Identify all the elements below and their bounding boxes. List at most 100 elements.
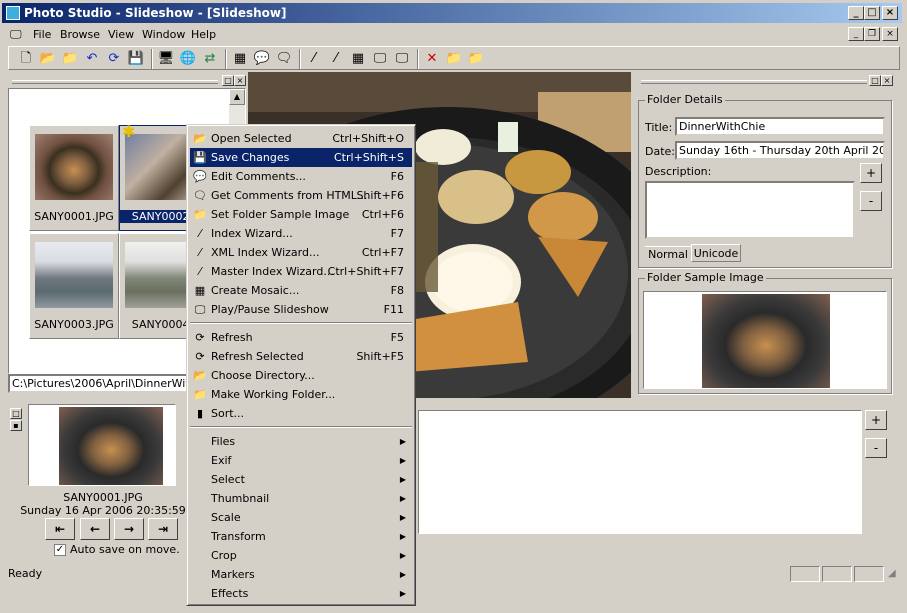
status-pane [822,566,852,582]
menu-item-save-changes[interactable]: 💾 Save Changes Ctrl+Shift+S [190,148,412,167]
menu-item-index-wizard[interactable]: ⁄ Index Wizard... F7 [190,224,412,243]
first-image-button[interactable]: ⇤ [45,518,75,540]
menu-item-label: Get Comments from HTML... [211,189,368,202]
open-network-icon[interactable]: 📁 [61,50,79,68]
menu-item-files[interactable]: Files ▶ [190,432,412,451]
status-pane [790,566,820,582]
tab-normal[interactable]: Normal [645,246,691,262]
wand-icon[interactable]: ⁄ [305,50,323,68]
panel-float-button[interactable]: □ [10,408,22,419]
export-icon[interactable]: ⇄ [201,50,219,68]
menu-item-sort[interactable]: ▮ Sort... [190,404,412,423]
panel-float-button[interactable]: □ [869,75,881,86]
menu-view[interactable]: View [108,27,134,43]
modified-star-icon: ✱ [122,122,136,141]
html-comment-icon: 🗨 [193,189,207,202]
mdi-restore-button[interactable]: ❐ [864,27,880,41]
delete-icon[interactable]: ✕ [423,50,441,68]
mdi-minimize-button[interactable]: _ [848,27,864,41]
grid-view-icon[interactable]: ▦ [231,50,249,68]
slideshow-window-icon[interactable]: 🖵 [393,50,411,68]
maximize-button[interactable]: □ [864,6,880,20]
close-button[interactable]: × [882,6,898,20]
autosave-checkbox[interactable]: ✓ [54,544,66,556]
mosaic-icon[interactable]: ▦ [349,50,367,68]
master-wand-icon: ⁄ [199,265,201,278]
comment-minus-button[interactable]: - [865,438,887,458]
copy-to-folder-icon[interactable]: 📁 [445,50,463,68]
menu-item-refresh-selected[interactable]: ⟳ Refresh Selected Shift+F5 [190,347,412,366]
menu-item-create-mosaic[interactable]: ▦ Create Mosaic... F8 [190,281,412,300]
globe-icon[interactable]: 🌐 [179,50,197,68]
menu-item-exif[interactable]: Exif ▶ [190,451,412,470]
menu-item-set-folder-sample-image[interactable]: 📁 Set Folder Sample Image Ctrl+F6 [190,205,412,224]
move-to-folder-icon[interactable]: 📁 [467,50,485,68]
menu-window[interactable]: Window [142,27,185,43]
folder-sample-group: Folder Sample Image [638,271,892,394]
menu-item-effects[interactable]: Effects ▶ [190,584,412,603]
open-folder-icon[interactable]: 📂 [39,50,57,68]
undo-icon[interactable]: ↶ [83,50,101,68]
description-plus-button[interactable]: + [860,163,882,183]
menu-item-get-comments-from-html[interactable]: 🗨 Get Comments from HTML... Shift+F6 [190,186,412,205]
menu-item-edit-comments[interactable]: 💬 Edit Comments... F6 [190,167,412,186]
menu-item-scale[interactable]: Scale ▶ [190,508,412,527]
menu-item-master-index-wizard[interactable]: ⁄ Master Index Wizard... Ctrl+Shift+F7 [190,262,412,281]
prev-image-button[interactable]: ← [80,518,110,540]
panel-pin-button[interactable]: ▪ [10,420,22,431]
title-bar: Photo Studio - Slideshow - [Slideshow] _… [2,3,902,23]
menu-item-xml-index-wizard[interactable]: ⁄ XML Index Wizard... Ctrl+F7 [190,243,412,262]
menu-item-markers[interactable]: Markers ▶ [190,565,412,584]
panel-float-button[interactable]: □ [222,75,234,86]
panel-close-button[interactable]: × [881,75,893,86]
menu-item-crop[interactable]: Crop ▶ [190,546,412,565]
slideshow-icon[interactable]: 🖵 [371,50,389,68]
new-icon[interactable]: 🗋 [17,50,35,68]
panel-grip[interactable] [12,80,218,84]
menu-item-select[interactable]: Select ▶ [190,470,412,489]
title-label: Title: [645,121,673,134]
minimize-button[interactable]: _ [848,6,864,20]
panel-grip[interactable] [641,80,867,84]
description-minus-button[interactable]: - [860,191,882,211]
panel-close-button[interactable]: × [234,75,246,86]
menu-item-play-pause-slideshow[interactable]: 🖵 Play/Pause Slideshow F11 [190,300,412,319]
sort-icon: ▮ [196,407,204,420]
comments-folder-icon[interactable]: 🗨 [275,50,293,68]
menu-help[interactable]: Help [191,27,216,43]
date-input[interactable]: Sunday 16th - Thursday 20th April 2006 [675,141,885,160]
menu-item-transform[interactable]: Transform ▶ [190,527,412,546]
status-bar: Ready ◢ [2,564,902,584]
menu-browse[interactable]: Browse [60,27,100,43]
menu-item-choose-directory[interactable]: 📂 Choose Directory... [190,366,412,385]
comment-plus-button[interactable]: + [865,410,887,430]
resize-grip-icon[interactable]: ◢ [888,568,896,579]
document-icon[interactable]: 🖵 [10,27,26,41]
xml-wand-icon: ⁄ [199,246,201,259]
comments-textarea[interactable] [418,410,862,534]
mdi-close-button[interactable]: × [882,27,898,41]
thumbnail-item[interactable]: SANY0003.JPG [29,233,119,339]
menu-item-make-working-folder[interactable]: 📁 Make Working Folder... [190,385,412,404]
last-image-button[interactable]: ⇥ [148,518,178,540]
scroll-up-icon[interactable]: ▲ [229,89,245,105]
comment-icon: 💬 [193,170,207,183]
menu-item-thumbnail[interactable]: Thumbnail ▶ [190,489,412,508]
next-image-button[interactable]: → [114,518,144,540]
wand-icon: ⁄ [199,227,201,240]
tab-unicode[interactable]: Unicode [691,244,741,262]
path-field[interactable]: C:\Pictures\2006\April\DinnerWithCh [8,374,188,393]
menu-file[interactable]: File [33,27,51,43]
comment-icon[interactable]: 💬 [253,50,271,68]
open-icon: 📂 [193,132,207,145]
xml-wand-icon[interactable]: ⁄ [327,50,345,68]
menu-item-refresh[interactable]: ⟳ Refresh F5 [190,328,412,347]
title-input[interactable]: DinnerWithChie [675,117,885,136]
thumbnail-item[interactable]: SANY0001.JPG [29,125,119,231]
save-icon[interactable]: 💾 [127,50,145,68]
menu-item-open-selected[interactable]: 📂 Open Selected Ctrl+Shift+O [190,129,412,148]
monitor-icon[interactable]: 🖥 [157,50,175,68]
description-textarea[interactable] [645,181,855,239]
refresh-icon[interactable]: ⟳ [105,50,123,68]
refresh-selected-icon: ⟳ [195,350,205,363]
